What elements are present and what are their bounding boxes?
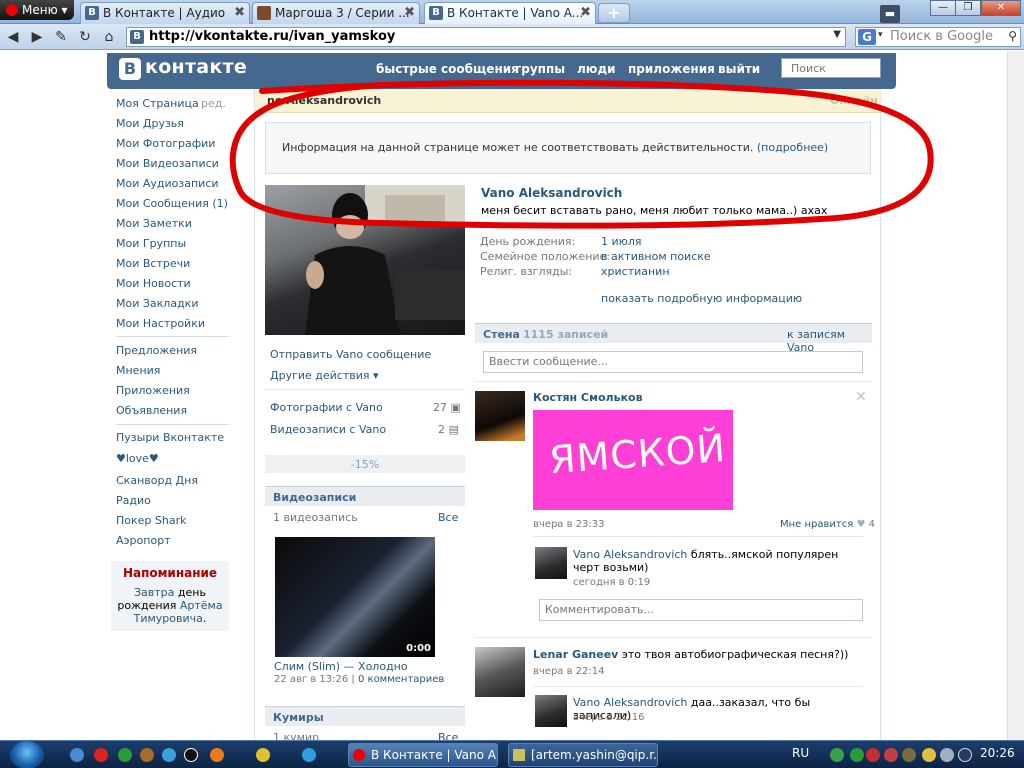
opera-menu-button[interactable]: Меню ▾	[0, 0, 74, 20]
tab-margosha[interactable]: Маргоша 3 / Серии ... ✖	[252, 2, 420, 24]
skype-icon[interactable]	[302, 748, 316, 762]
search-icon[interactable]: ⚲	[1008, 29, 1017, 43]
menu-label: Меню	[22, 3, 58, 17]
address-input[interactable]: Вhttp://vkontakte.ru/ivan_yamskoy ▼	[126, 27, 846, 47]
tab-vano-active[interactable]: В В Контакте | Vano A... ✖	[424, 2, 596, 24]
tray-network-icon[interactable]	[940, 748, 954, 762]
browser-tab-bar: Меню ▾ В В Контакте | Аудио ✖ Маргоша 3 / …	[0, 0, 1024, 24]
tab-audio[interactable]: В В Контакте | Аудио ✖	[80, 2, 250, 24]
tab-title: В Контакте | Vano A...	[447, 6, 584, 20]
utorrent-icon[interactable]	[118, 748, 132, 762]
close-window-button[interactable]: ✕	[981, 0, 1021, 16]
tray-volume-icon[interactable]	[958, 748, 972, 762]
taskbar-button-opera[interactable]: В Контакте | Vano A...	[348, 743, 498, 767]
system-clock[interactable]: 20:26	[980, 746, 1015, 760]
skull-icon[interactable]	[184, 748, 198, 762]
windows-taskbar: В Контакте | Vano A... [artem.yashin@qip…	[0, 740, 1024, 768]
site-icon	[257, 6, 271, 20]
url-text: http://vkontakte.ru/ivan_yamskoy	[149, 29, 396, 44]
page-viewport: В контакте быстрые сообщения группы люди…	[0, 51, 1024, 740]
opera-icon	[353, 749, 365, 761]
language-indicator[interactable]: RU	[792, 746, 809, 760]
taskbar-button-qip[interactable]: [artem.yashin@qip.r...	[508, 743, 658, 767]
edit-icon[interactable]: ✎	[52, 28, 70, 46]
vk-icon: В	[130, 30, 144, 44]
tray-app-icon[interactable]	[830, 748, 844, 762]
minimize-button[interactable]: —	[930, 0, 956, 16]
show-desktop-icon[interactable]	[70, 748, 84, 762]
taskbar-button-label: [artem.yashin@qip.r...	[531, 748, 658, 762]
tray-app-icon[interactable]	[902, 748, 916, 762]
close-tab-icon[interactable]: ✖	[234, 5, 245, 20]
opera-icon[interactable]	[94, 748, 108, 762]
home-icon[interactable]: ⌂	[100, 28, 118, 46]
tray-utorrent-icon[interactable]	[850, 748, 864, 762]
maximize-button[interactable]: ❐	[955, 0, 981, 16]
app-icon[interactable]	[140, 748, 154, 762]
tray-warning-icon[interactable]	[922, 748, 936, 762]
dropdown-arrow-icon[interactable]: ▼	[833, 29, 841, 40]
back-icon[interactable]: ◀	[4, 28, 22, 46]
tab-title: Маргоша 3 / Серии ...	[275, 6, 410, 20]
firefox-icon[interactable]	[210, 748, 224, 762]
google-search-input[interactable]: G ▾ Поиск в Google ⚲	[855, 27, 1021, 47]
red-annotation-scribble	[229, 79, 934, 229]
trash-icon[interactable]: ▬	[880, 5, 900, 23]
opera-logo-icon	[6, 4, 18, 16]
tray-shield-icon[interactable]	[866, 748, 880, 762]
chrome-icon[interactable]	[256, 748, 270, 762]
close-tab-icon[interactable]: ✖	[404, 5, 415, 20]
qip-icon	[513, 749, 525, 761]
new-tab-button[interactable]: +	[598, 3, 630, 23]
address-toolbar: ◀ ▶ ✎ ↻ ⌂ Вhttp://vkontakte.ru/ivan_yams…	[0, 24, 1024, 50]
player-icon[interactable]	[162, 748, 176, 762]
vk-icon: В	[429, 6, 443, 20]
reload-icon[interactable]: ↻	[76, 28, 94, 46]
tab-title: В Контакте | Аудио	[103, 6, 226, 20]
start-button[interactable]	[10, 741, 44, 768]
tray-antivirus-icon[interactable]	[884, 748, 898, 762]
search-placeholder: Поиск в Google	[890, 29, 993, 44]
vk-icon: В	[85, 6, 99, 20]
forward-icon[interactable]: ▶	[28, 28, 46, 46]
dropdown-arrow-icon[interactable]: ▾	[878, 30, 883, 40]
google-icon: G	[858, 29, 876, 45]
close-tab-icon[interactable]: ✖	[580, 5, 591, 20]
taskbar-button-label: В Контакте | Vano A...	[371, 748, 498, 762]
page-scrollbar[interactable]	[1007, 51, 1024, 740]
